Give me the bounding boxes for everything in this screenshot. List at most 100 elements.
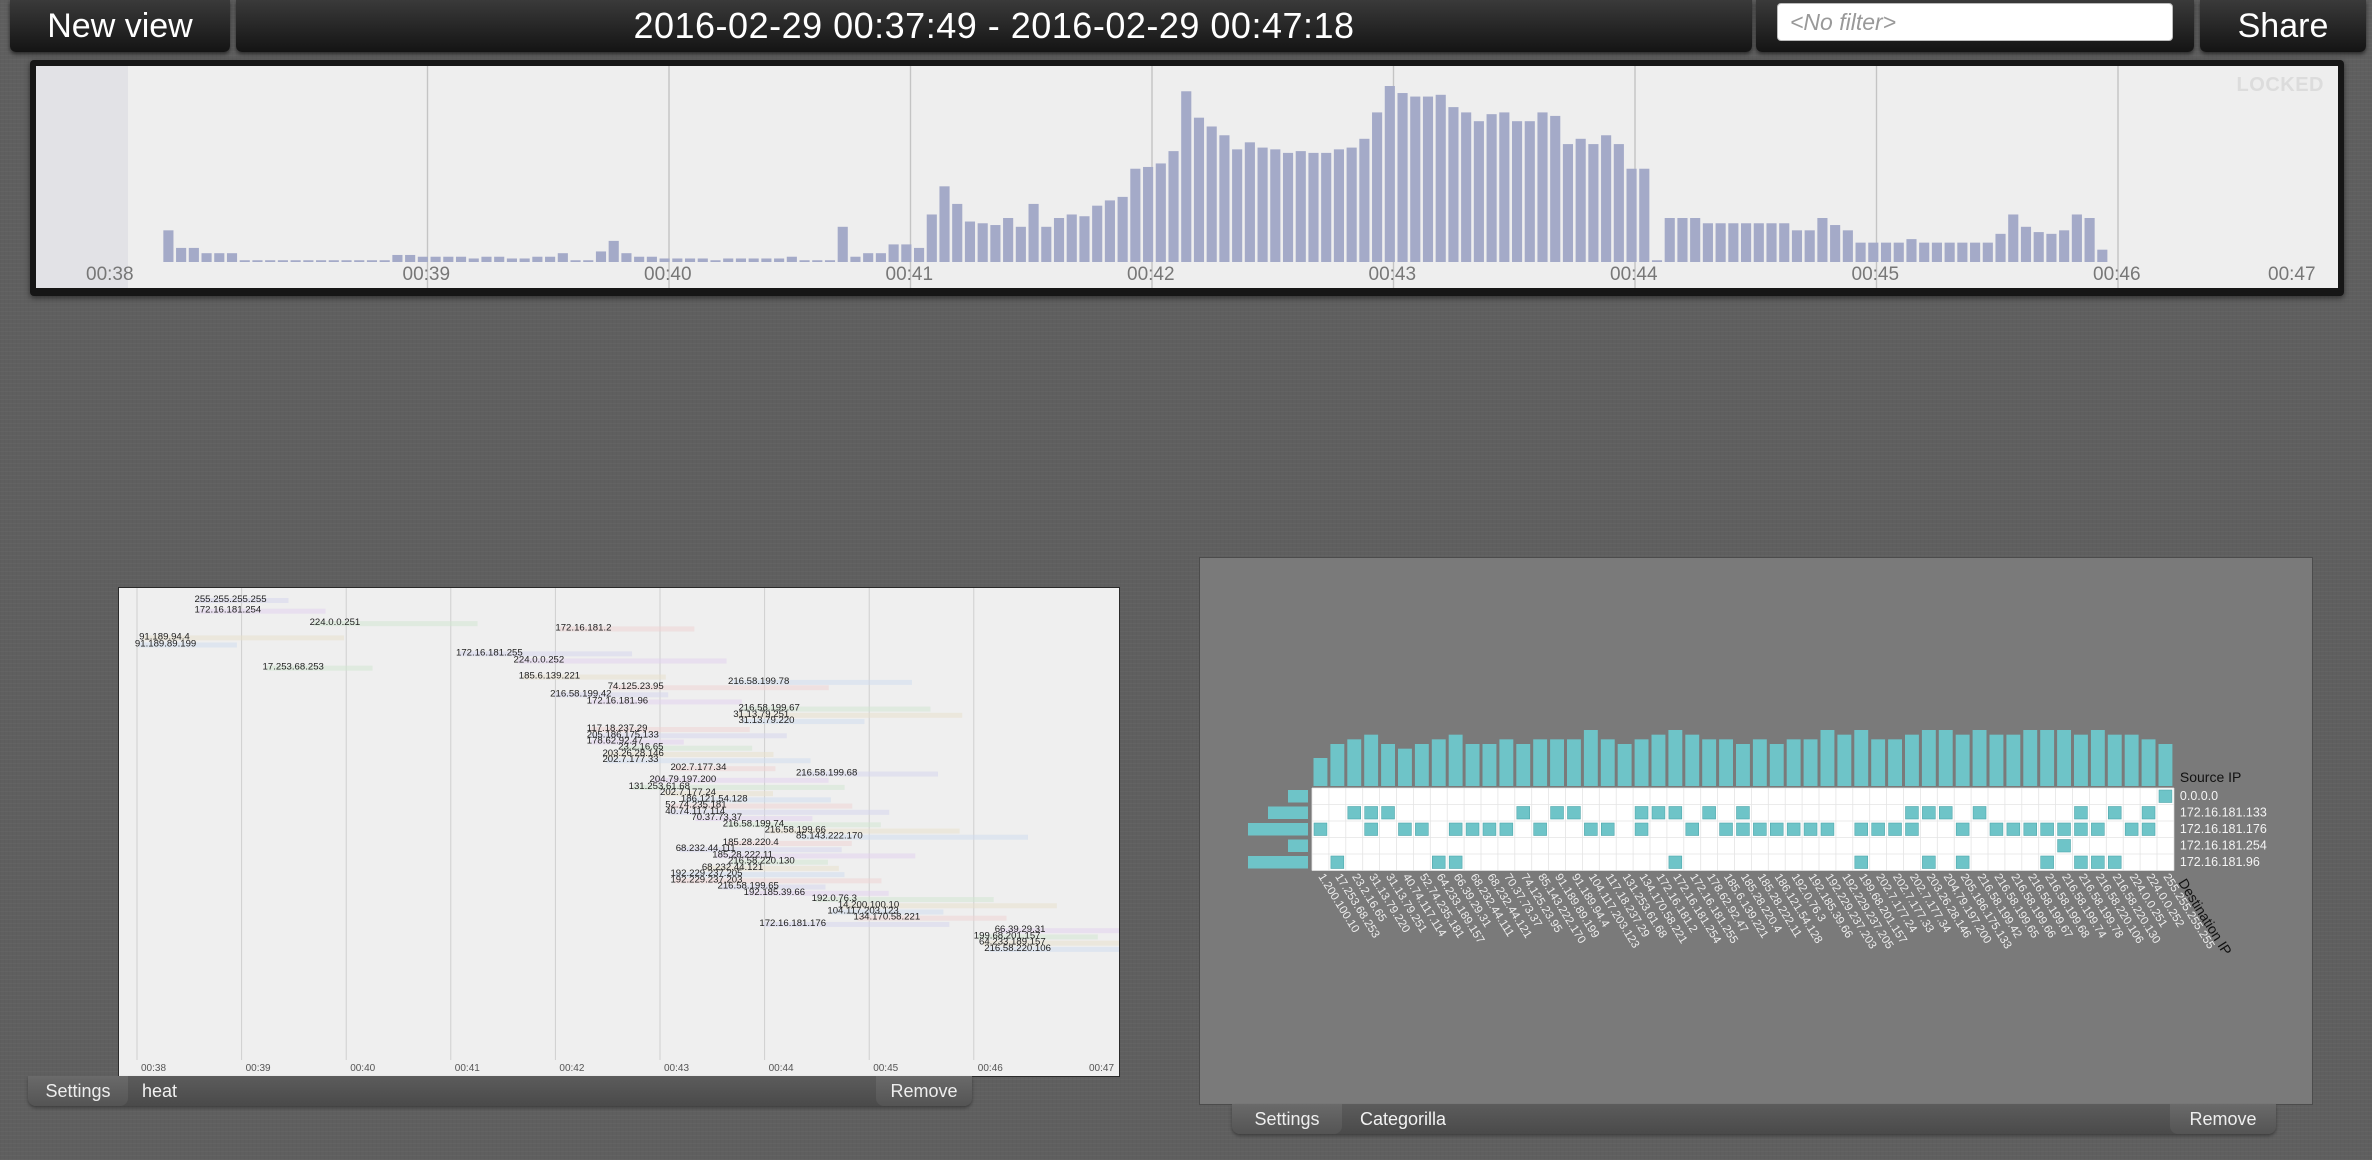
source-ip-label: 172.16.181.133	[2180, 806, 2267, 820]
categorilla-column-bar	[1702, 739, 1717, 786]
categorilla-cell	[2057, 822, 2071, 836]
categorilla-cell	[1432, 855, 1446, 869]
timeline-bar	[1270, 149, 1281, 262]
timeline-bar	[2008, 214, 2019, 262]
timeline-bar	[1741, 223, 1752, 262]
timeline-bar	[1461, 112, 1472, 263]
timeline-bar	[303, 260, 314, 262]
categorilla-remove-button[interactable]: Remove	[2170, 1104, 2276, 1134]
categorilla-column-bar	[1955, 734, 1970, 786]
timeline-bar	[1015, 226, 1026, 262]
categorilla-column-bar	[1448, 734, 1463, 786]
categorilla-column-bar	[2141, 739, 2156, 786]
filter-input[interactable]	[1777, 3, 2173, 41]
timeline-bar	[506, 258, 517, 262]
timeline-bar	[290, 260, 301, 262]
timeline-bar	[265, 260, 276, 262]
categorilla-column-bar	[1921, 730, 1936, 786]
timeline-bar	[341, 260, 352, 262]
timeline-bar	[837, 226, 848, 262]
timeline-bar	[1308, 152, 1319, 262]
timeline-bar	[1143, 166, 1154, 262]
timeline-bar	[1206, 126, 1217, 262]
categorilla-cell	[1364, 822, 1378, 836]
timeline-bar	[723, 258, 734, 262]
timeline-bar	[977, 223, 988, 262]
heat-ip-label: 134.170.58.221	[854, 912, 921, 923]
timeline-bar	[1626, 168, 1637, 262]
timeline-bar	[1766, 223, 1777, 262]
timeline-bar	[697, 258, 708, 262]
categorilla-column-bar	[1499, 739, 1514, 786]
categorilla-cell	[1905, 806, 1919, 820]
timeline-bar	[519, 258, 530, 262]
timeline-bar	[901, 244, 912, 262]
timeline-bar	[1321, 152, 1332, 262]
categorilla-cell	[1415, 822, 1429, 836]
categorilla-svg[interactable]: Source IP 0.0.0.0 172.16.181.133 172.16.181…	[1200, 558, 2312, 1104]
categorilla-cell	[2141, 806, 2156, 820]
locked-label: LOCKED	[2236, 74, 2324, 96]
heat-remove-button[interactable]: Remove	[876, 1076, 972, 1106]
timeline-bar	[1130, 168, 1141, 262]
categorilla-cell	[1550, 806, 1564, 820]
heat-ip-label: 216.58.220.106	[984, 943, 1051, 954]
timeline-bar	[1855, 242, 1866, 262]
categorilla-column-bar	[1685, 734, 1700, 786]
heat-chart[interactable]: 00:38 00:39 00:40 00:41 00:42 00:43 00:44 00:45…	[118, 587, 1222, 1077]
timeline-bar	[1931, 242, 1942, 262]
timeline-bar	[1448, 107, 1459, 262]
timeline-bar	[214, 253, 225, 262]
categorilla-cell	[1313, 822, 1328, 836]
categorilla-chart[interactable]: Source IP 0.0.0.0 172.16.181.133 172.16.181…	[1199, 557, 2313, 1105]
categorilla-column-bar	[1803, 739, 1818, 786]
heat-ip-label: 202.7.177.33	[602, 754, 658, 765]
timeline-bar	[1588, 144, 1599, 262]
timeline-bar	[392, 254, 403, 262]
share-button[interactable]: Share	[2200, 0, 2366, 52]
timeline-bar	[1346, 147, 1357, 262]
timeline-chart[interactable]: 00:38 00:39 00:40 00:41 00:42 00:43 00:44 00:45…	[36, 66, 2338, 288]
timeline-bar	[608, 240, 619, 262]
timeline-bar	[774, 258, 785, 262]
timeline-bar	[875, 253, 886, 262]
timeline-bar	[1575, 138, 1586, 262]
categorilla-column-bar	[1482, 744, 1497, 786]
timeline-bar	[1282, 152, 1294, 262]
categorilla-settings-button[interactable]: Settings	[1232, 1104, 1342, 1134]
heat-ip-label: 17.253.68.253	[263, 662, 324, 673]
timeline-bar	[1181, 91, 1192, 262]
categorilla-column-bar	[1364, 734, 1379, 786]
heat-settings-button[interactable]: Settings	[28, 1076, 128, 1106]
timeline-bar	[990, 225, 1001, 262]
timeline-bar	[1244, 142, 1255, 262]
categorilla-cell	[1955, 822, 1970, 836]
timeline-bar	[799, 260, 810, 262]
timeline-bar	[659, 258, 670, 262]
timeline-bar	[328, 260, 339, 262]
timeline-bar	[646, 256, 657, 262]
timeline-histogram[interactable]: 00:38 00:39 00:40 00:41 00:42 00:43 00:44 00:45…	[36, 66, 2338, 288]
timeline-bar	[570, 260, 581, 262]
categorilla-column-bar	[1854, 730, 1869, 786]
categorilla-row-bar	[1288, 790, 1308, 803]
categorilla-row-bar	[1288, 839, 1308, 852]
timeline-bar	[1359, 138, 1370, 262]
categorilla-cell	[1634, 806, 1649, 820]
categorilla-column-bar	[1972, 730, 1987, 786]
timeline-bar	[1906, 239, 1917, 262]
timeline-tick-label: 00:45	[1852, 264, 1900, 285]
heat-svg[interactable]: 00:38 00:39 00:40 00:41 00:42 00:43 00:44 00:45…	[119, 588, 1222, 1076]
categorilla-column-bar	[1668, 730, 1683, 786]
categorilla-cell	[2074, 855, 2088, 869]
timeline-bar	[1168, 151, 1179, 262]
timeline-bar	[1422, 96, 1434, 262]
timeline-bar	[1868, 242, 1879, 262]
categorilla-cell	[1854, 822, 1868, 836]
timeline-bar	[532, 256, 543, 262]
timeline-bar	[2033, 232, 2044, 262]
timeline-panel: 00:38 00:39 00:40 00:41 00:42 00:43 00:44 00:45…	[30, 60, 2344, 296]
timeline-bar	[888, 244, 899, 262]
heat-panel-name: heat	[142, 1080, 178, 1101]
new-view-button[interactable]: New view	[10, 0, 230, 52]
